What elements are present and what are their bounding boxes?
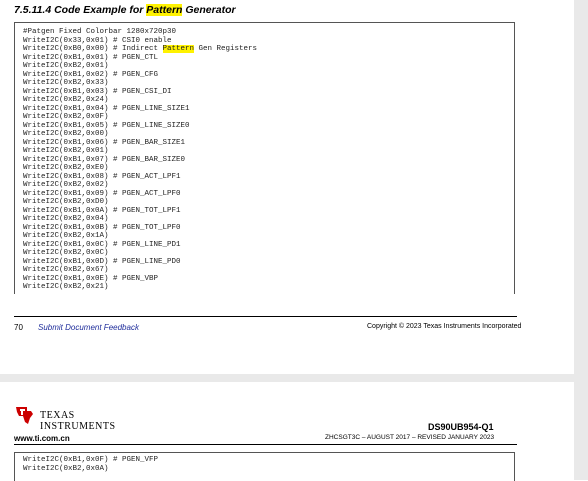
section-title-highlight: Pattern — [146, 4, 183, 16]
code-line-suffix: Gen Registers — [194, 45, 258, 53]
code-example-box-continued: WriteI2C(0xB1,0x0F) # PGEN_VFP WriteI2C(0… — [14, 452, 515, 481]
code-line: WriteI2C(0xB1,0x09) # PGEN_ACT_LPF0 — [23, 189, 181, 198]
ti-logo-text-1: TEXAS — [40, 410, 75, 421]
code-line: WriteI2C(0xB2,0x0A) — [23, 464, 109, 473]
code-line: WriteI2C(0xB0,0x00) # Indirect Pattern G… — [23, 45, 257, 54]
code-line: WriteI2C(0xB1,0x0E) # PGEN_VBP — [23, 274, 159, 283]
part-number: DS90UB954-Q1 — [428, 422, 494, 432]
code-line: WriteI2C(0xB2,0x00) — [23, 130, 109, 138]
code-line: WriteI2C(0x33,0x01) # CSI0 enable — [23, 36, 172, 45]
code-line: WriteI2C(0xB2,0x02) — [23, 181, 109, 189]
code-line: WriteI2C(0xB1,0x05) # PGEN_LINE_SIZE0 — [23, 121, 190, 130]
page-shadow — [574, 0, 588, 480]
code-line: WriteI2C(0xB2,0xE0) — [23, 164, 109, 172]
code-line: WriteI2C(0xB1,0x06) # PGEN_BAR_SIZE1 — [23, 138, 186, 147]
code-line: WriteI2C(0xB1,0x03) # PGEN_CSI_DI — [23, 87, 172, 96]
code-line: WriteI2C(0xB1,0x0A) # PGEN_TOT_LPF1 — [23, 206, 181, 215]
copyright-text: Copyright © 2023 Texas Instruments Incor… — [367, 323, 522, 330]
code-line: WriteI2C(0xB2,0x01) — [23, 147, 109, 155]
footer-rule — [14, 316, 517, 317]
code-line: WriteI2C(0xB1,0x0D) # PGEN_LINE_PD0 — [23, 257, 181, 266]
code-line: WriteI2C(0xB2,0x33) — [23, 79, 109, 87]
code-line: WriteI2C(0xB2,0x0F) — [23, 113, 109, 121]
code-line: WriteI2C(0xB1,0x0F) # PGEN_VFP — [23, 456, 159, 464]
code-line: WriteI2C(0xB1,0x0C) # PGEN_LINE_PD1 — [23, 240, 181, 249]
code-line: WriteI2C(0xB2,0x1A) — [23, 232, 109, 240]
code-line: WriteI2C(0xB2,0x0C) — [23, 249, 109, 257]
submit-feedback-link[interactable]: Submit Document Feedback — [38, 323, 139, 332]
section-title: 7.5.11.4 Code Example for Pattern Genera… — [14, 4, 236, 16]
code-line: WriteI2C(0xB1,0x02) # PGEN_CFG — [23, 70, 159, 79]
section-title-suffix: Generator — [182, 4, 236, 16]
header-rule — [14, 444, 517, 445]
code-line: WriteI2C(0xB2,0x21) — [23, 283, 109, 291]
code-line: WriteI2C(0xB1,0x04) # PGEN_LINE_SIZE1 — [23, 104, 190, 113]
revision-info: ZHCSGT3C – AUGUST 2017 – REVISED JANUARY… — [325, 434, 495, 441]
ti-logo-text-2: INSTRUMENTS — [40, 421, 116, 432]
code-line: WriteI2C(0xB1,0x08) # PGEN_ACT_LPF1 — [23, 172, 181, 181]
code-line: WriteI2C(0xB1,0x01) # PGEN_CTL — [23, 53, 159, 62]
code-line: WriteI2C(0xB2,0xD0) — [23, 198, 109, 206]
code-line: WriteI2C(0xB2,0x67) — [23, 266, 109, 274]
code-line-prefix: WriteI2C(0xB0,0x00) # Indirect — [23, 45, 163, 53]
page-gap — [0, 374, 588, 382]
code-line: WriteI2C(0xB1,0x0B) # PGEN_TOT_LPF0 — [23, 223, 181, 232]
code-line-highlight: Pattern — [162, 45, 195, 53]
site-url[interactable]: www.ti.com.cn — [14, 434, 70, 443]
code-line: #Patgen Fixed Colorbar 1280x720p30 — [23, 28, 177, 36]
code-line: WriteI2C(0xB1,0x07) # PGEN_BAR_SIZE0 — [23, 155, 186, 164]
page-number: 70 — [14, 323, 23, 332]
section-title-prefix: 7.5.11.4 Code Example for — [14, 4, 147, 16]
ti-logo-icon — [16, 407, 33, 424]
code-example-box: #Patgen Fixed Colorbar 1280x720p30 WriteI… — [14, 22, 515, 294]
code-line: WriteI2C(0xB2,0x24) — [23, 96, 109, 104]
code-line: WriteI2C(0xB2,0x01) — [23, 62, 109, 70]
code-line: WriteI2C(0xB2,0x04) — [23, 215, 109, 223]
